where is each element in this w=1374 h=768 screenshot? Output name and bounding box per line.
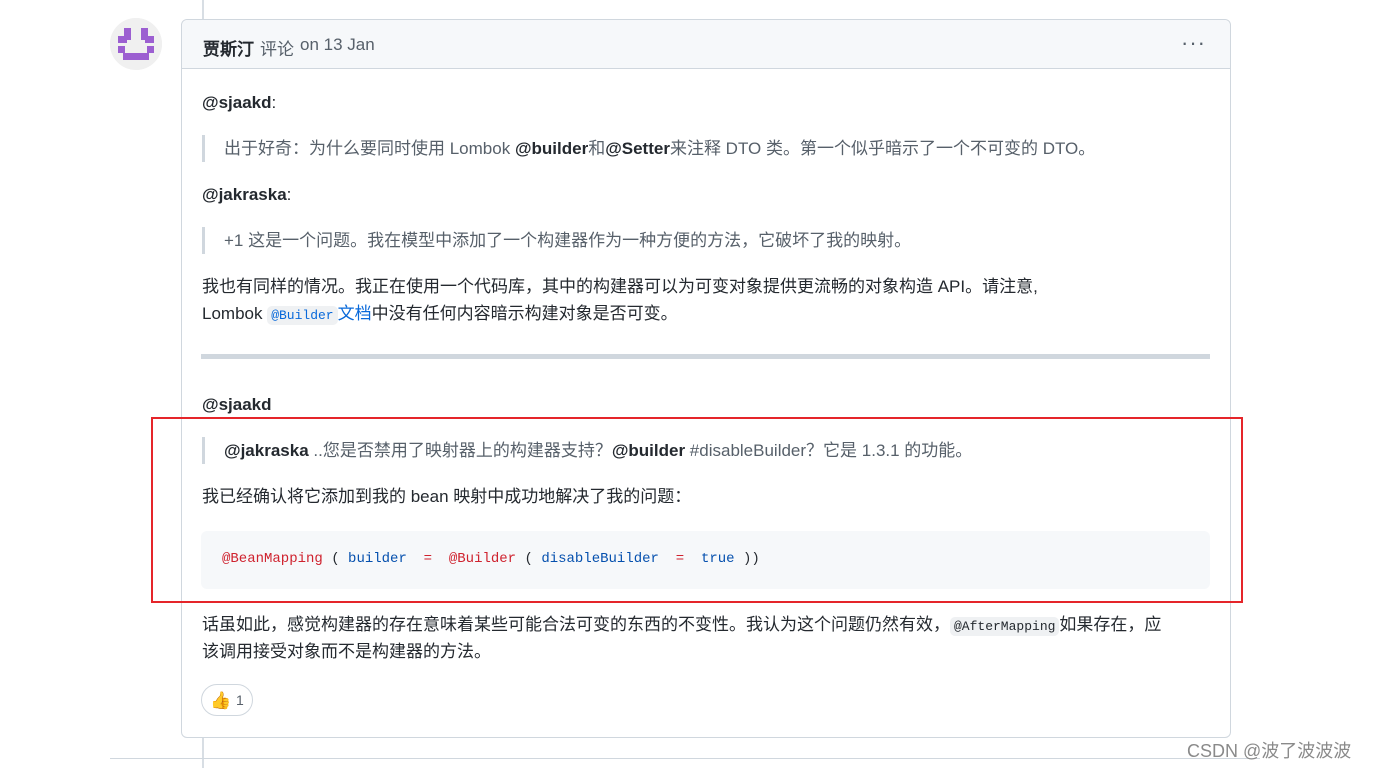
thumbs-up-reaction-button[interactable]: 👍 1 — [201, 684, 253, 716]
paragraph-1-line-2: Lombok @Builder 文档中没有任何内容暗示构建对象是否可变。 — [202, 300, 678, 329]
more-options-icon[interactable]: ··· — [1181, 32, 1206, 54]
mention-line-2: @jakraska: — [202, 181, 291, 208]
identicon-icon — [110, 18, 162, 70]
paragraph-text: 话虽如此，感觉构建器的存在意味着某些可能合法可变的东西的不变性。我认为这个问题仍… — [202, 615, 950, 634]
watermark: CSDN @波了波波波 — [1187, 741, 1352, 761]
paragraph-3-line-1: 话虽如此，感觉构建器的存在意味着某些可能合法可变的东西的不变性。我认为这个问题仍… — [202, 611, 1161, 640]
quote-bar — [202, 135, 205, 162]
bottom-divider — [110, 758, 1260, 759]
reaction-count: 1 — [236, 692, 244, 708]
user-mention[interactable]: @jakraska — [202, 185, 287, 204]
avatar[interactable] — [110, 18, 162, 70]
mention-colon: : — [286, 185, 292, 204]
highlight-box — [151, 417, 1243, 603]
blockquote-2: +1 这是一个问题。我在模型中添加了一个构建器作为一种方便的方法，它破坏了我的映… — [224, 231, 912, 250]
comment-date[interactable]: on 13 Jan — [300, 35, 375, 55]
comment-author[interactable]: 贾斯汀 — [203, 35, 254, 60]
thumbs-up-icon: 👍 — [210, 691, 232, 710]
horizontal-rule — [201, 354, 1210, 359]
quote-text: 来注释 DTO 类。第一个似乎暗示了一个不可变的 DTO。 — [669, 139, 1096, 158]
paragraph-3-line-2: 该调用接受对象而不是构建器的方法。 — [202, 642, 491, 661]
mention-line-3: @sjaakd — [202, 391, 272, 418]
quote-text: 和 — [588, 139, 606, 158]
mention-colon: : — [271, 93, 277, 112]
docs-link[interactable]: 文档 — [338, 304, 372, 323]
paragraph-text: 中没有任何内容暗示构建对象是否可变。 — [371, 304, 678, 323]
quote-bold-text: @builder — [514, 139, 589, 158]
blockquote-1: 出于好奇：为什么要同时使用 Lombok @builder和@Setter来注释… — [224, 135, 1095, 162]
paragraph-text: 如果存在，应 — [1059, 615, 1162, 634]
quote-bar — [202, 227, 205, 254]
mention-line-1: @sjaakd: — [202, 89, 276, 116]
quote-text: 出于好奇：为什么要同时使用 Lombok — [224, 139, 515, 158]
comment-header: 贾斯汀 评论 on 13 Jan ··· — [182, 20, 1230, 69]
quote-bold-text: @Setter — [605, 139, 670, 158]
paragraph-text: Lombok — [202, 304, 268, 323]
comment-verb: 评论 — [260, 40, 294, 59]
inline-code-aftermapping[interactable]: @AfterMapping — [950, 617, 1060, 636]
paragraph-1-line-1: 我也有同样的情况。我正在使用一个代码库，其中的构建器可以为可变对象提供更流畅的对… — [202, 277, 1038, 296]
inline-code-builder[interactable]: @Builder — [267, 306, 338, 325]
user-mention[interactable]: @sjaakd — [202, 395, 272, 414]
user-mention[interactable]: @sjaakd — [202, 93, 272, 112]
